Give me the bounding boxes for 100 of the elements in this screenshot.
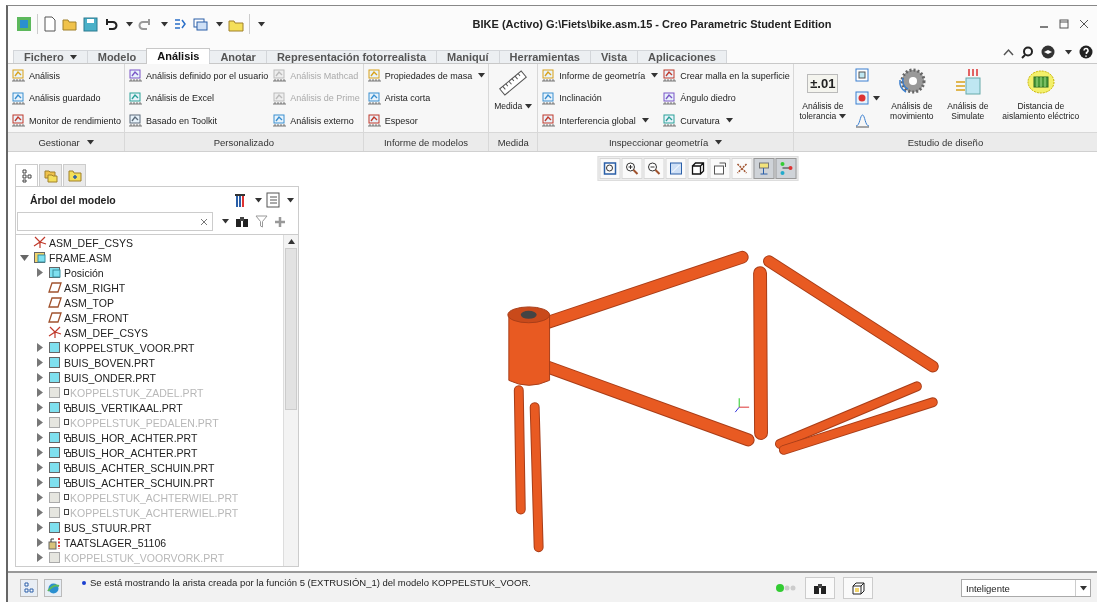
bell-curve-icon[interactable] [854,113,870,128]
ribbon-large-button[interactable]: Análisis de movimiento [885,66,938,130]
collapse-ribbon-icon[interactable] [1003,48,1014,56]
new-file-icon[interactable] [43,16,57,32]
list-settings-icon[interactable] [266,192,280,208]
scrollbar[interactable] [283,235,298,566]
expand-arrow-icon[interactable] [35,373,44,382]
ribbon-button[interactable]: Espesor [366,113,486,128]
file-menu[interactable]: Fichero [13,50,88,63]
clear-icon[interactable] [200,217,208,226]
caret-icon [69,54,77,60]
expand-arrow-icon[interactable] [35,268,44,277]
redo-icon[interactable] [138,17,153,31]
community-icon[interactable] [1041,45,1055,59]
tree-item[interactable]: BUS_STUUR.PRT [16,520,283,535]
ribbon-button[interactable]: Inclinación [541,90,659,106]
windows-icon[interactable] [193,16,208,32]
ribbon-button[interactable]: Análisis externo [272,113,360,128]
restore-icon[interactable] [1059,19,1069,29]
tree-item[interactable]: BUIS_ACHTER_SCHUIN.PRT [16,475,283,490]
scroll-up-icon[interactable] [287,239,295,244]
open-folder-icon[interactable] [62,16,78,32]
tree-item[interactable]: Posición [16,265,283,280]
tree-item[interactable]: BUIS_ACHTER_SCHUIN.PRT [16,460,283,475]
panel-tab[interactable] [15,164,38,186]
tools-icon[interactable] [232,192,248,208]
filter-icon[interactable] [255,215,268,228]
binoculars-icon[interactable] [235,215,249,228]
tree-toggle-button[interactable] [20,579,38,597]
tree-item[interactable]: ASM_DEF_CSYS [16,325,283,340]
find-button[interactable] [805,577,835,599]
frame-icon[interactable] [854,68,870,83]
ribbon-button[interactable]: Interferencia global [541,113,659,128]
status-message: Se está mostrando la arista creada por la función 5 (EXTRUSIÓN_1) del modelo KOPPELSTUK_VOOR. [90,577,531,588]
view-tool-button[interactable] [687,158,709,179]
ribbon-large-button[interactable]: Análisis de Simulate [941,66,994,130]
view-tool-button[interactable] [709,158,731,179]
ribbon-tab[interactable]: Aplicaciones [637,50,727,63]
app-icon[interactable] [16,16,32,32]
panel-tab[interactable] [39,164,62,186]
plus-icon[interactable] [274,215,286,228]
ribbon-tab[interactable]: Maniquí [436,50,500,63]
tree-item[interactable]: BUIS_HOR_ACHTER.PRT [16,430,283,445]
tree-item[interactable]: KOPPELSTUK_VOOR.PRT [16,340,283,355]
expand-arrow-icon[interactable] [35,403,44,412]
ribbon-button[interactable]: Análisis definido por el usuario [128,68,269,83]
view-tool-button[interactable] [665,158,687,179]
ribbon-button[interactable]: Análisis [11,68,122,83]
expand-arrow-icon[interactable] [35,358,44,367]
tree-item[interactable]: ASM_DEF_CSYS [16,235,283,250]
ribbon-large-button[interactable]: Distancia de aislamiento eléctrico [997,66,1084,130]
ribbon-tab[interactable]: Análisis [146,48,211,64]
expand-arrow-icon[interactable] [35,538,44,547]
browser-toggle-button[interactable] [44,579,62,597]
ribbon-tab[interactable]: Anotar [209,50,267,63]
tree-item[interactable]: BUIS_BOVEN.PRT [16,355,283,370]
ribbon-large-button[interactable]: Medida [492,66,535,130]
tree-item[interactable]: FRAME.ASM [16,250,283,265]
tree-item[interactable]: ASM_FRONT [16,310,283,325]
tree-item[interactable]: ASM_TOP [16,295,283,310]
expand-arrow-icon[interactable] [35,523,44,532]
ribbon-tab[interactable]: Herramientas [498,50,591,63]
help-icon[interactable] [1079,45,1093,59]
search-field[interactable] [17,212,213,231]
ribbon-tab[interactable]: Vista [589,50,638,63]
selection-box-button[interactable] [843,577,873,599]
ribbon-button[interactable]: Ángulo diedro [662,90,790,106]
view-tool-button[interactable] [621,158,643,179]
view-tool-button[interactable] [599,158,621,179]
panel-tab[interactable] [63,164,86,186]
expand-arrow-icon[interactable] [20,253,29,262]
expand-arrow-icon[interactable] [35,478,44,487]
search-icon[interactable] [1021,45,1034,59]
ribbon-button[interactable]: Basado en Toolkit [128,113,269,128]
target-icon[interactable] [854,90,870,106]
ribbon-button[interactable]: Crear malla en la superficie [662,68,790,83]
tree-item[interactable]: BUIS_VERTIKAAL.PRT [16,400,283,415]
expand-arrow-icon[interactable] [35,463,44,472]
close-icon[interactable] [1079,19,1089,29]
tree-item[interactable]: BUIS_ONDER.PRT [16,370,283,385]
tree-item[interactable]: ASM_RIGHT [16,280,283,295]
ribbon-button[interactable]: Monitor de rendimiento [11,113,122,128]
ribbon-tab[interactable]: Modelo [86,50,148,63]
save-icon[interactable] [83,16,98,32]
ribbon-button[interactable]: Arista corta [366,90,486,106]
ribbon-button[interactable]: Curvatura [662,113,790,128]
ribbon-button[interactable]: Análisis de Excel [128,90,269,106]
ribbon-button[interactable]: Informe de geometría [541,68,659,83]
ribbon-button[interactable]: Análisis guardado [11,90,122,106]
view-tool-button[interactable] [643,158,665,179]
expand-arrow-icon[interactable] [35,433,44,442]
tree-item[interactable]: TAATSLAGER_51106 [16,535,283,550]
ribbon-large-button[interactable]: ±.01 Análisis de tolerancia [796,66,849,130]
ribbon-tab[interactable]: Representación fotorrealista [265,50,438,63]
expand-arrow-icon[interactable] [35,448,44,457]
undo-icon[interactable] [103,17,118,31]
ribbon-button[interactable]: Propiedades de masa [366,68,486,83]
tree-item[interactable]: BUIS_HOR_ACHTER.PRT [16,445,283,460]
expand-arrow-icon[interactable] [35,343,44,352]
filter-dropdown[interactable]: Inteligente [961,579,1091,597]
